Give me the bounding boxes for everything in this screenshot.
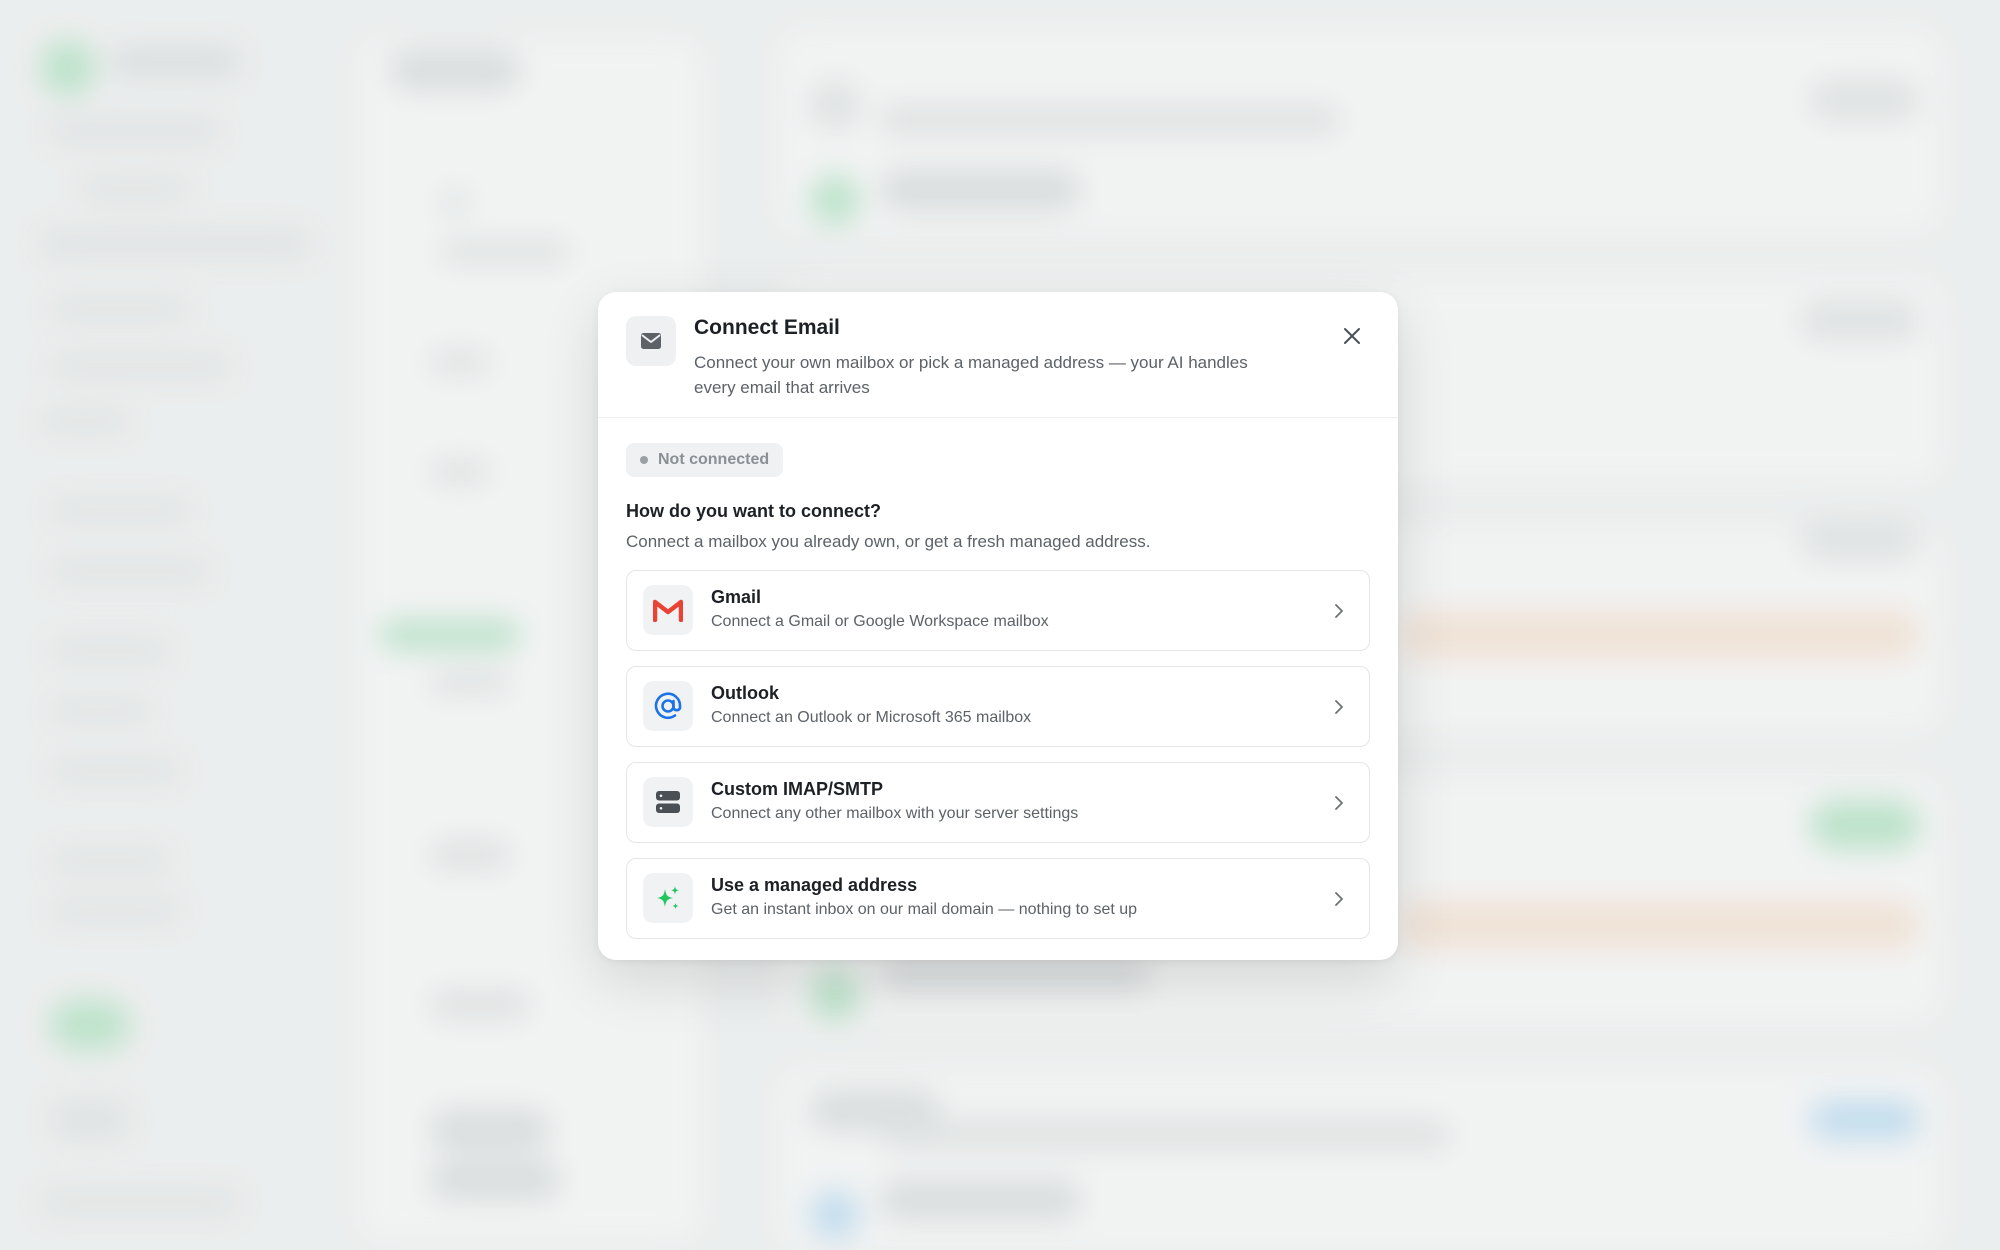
gmail-icon xyxy=(643,585,693,635)
dialog-subtitle: Connect your own mailbox or pick a manag… xyxy=(694,353,1248,397)
status-label: Not connected xyxy=(658,451,770,468)
option-custom-imap[interactable]: Custom IMAP/SMTP Connect any other mailb… xyxy=(626,762,1370,843)
option-title: Outlook xyxy=(711,683,779,703)
option-outlook[interactable]: Outlook Connect an Outlook or Microsoft … xyxy=(626,666,1370,747)
at-sign-icon xyxy=(643,681,693,731)
dialog-header: Connect Email Connect your own mailbox o… xyxy=(598,292,1398,418)
option-title: Use a managed address xyxy=(711,875,918,895)
option-description: Connect a Gmail or Google Workspace mail… xyxy=(711,613,1049,630)
chevron-right-icon xyxy=(1329,695,1349,719)
chevron-right-icon xyxy=(1329,887,1349,911)
option-description: Connect an Outlook or Microsoft 365 mail… xyxy=(711,709,1032,726)
connect-email-dialog: Connect Email Connect your own mailbox o… xyxy=(598,292,1398,960)
connection-options: Gmail Connect a Gmail or Google Workspac… xyxy=(626,570,1370,954)
section-description: Connect a mailbox you already own, or ge… xyxy=(626,532,1151,551)
status-dot-icon xyxy=(640,456,648,464)
status-badge: Not connected xyxy=(626,443,784,477)
close-icon xyxy=(1344,328,1360,344)
section-title: How do you want to connect? xyxy=(626,501,881,521)
option-title: Custom IMAP/SMTP xyxy=(711,779,884,799)
envelope-icon xyxy=(626,316,676,366)
chevron-right-icon xyxy=(1329,791,1349,815)
option-managed-address[interactable]: Use a managed address Get an instant inb… xyxy=(626,858,1370,939)
option-description: Get an instant inbox on our mail domain … xyxy=(711,901,1138,918)
server-icon xyxy=(643,777,693,827)
chevron-right-icon xyxy=(1329,599,1349,623)
option-title: Gmail xyxy=(711,587,762,607)
close-button[interactable] xyxy=(1336,320,1368,352)
dialog-title: Connect Email xyxy=(694,316,840,339)
option-gmail[interactable]: Gmail Connect a Gmail or Google Workspac… xyxy=(626,570,1370,651)
option-description: Connect any other mailbox with your serv… xyxy=(711,805,1079,822)
sparkles-icon xyxy=(643,873,693,923)
